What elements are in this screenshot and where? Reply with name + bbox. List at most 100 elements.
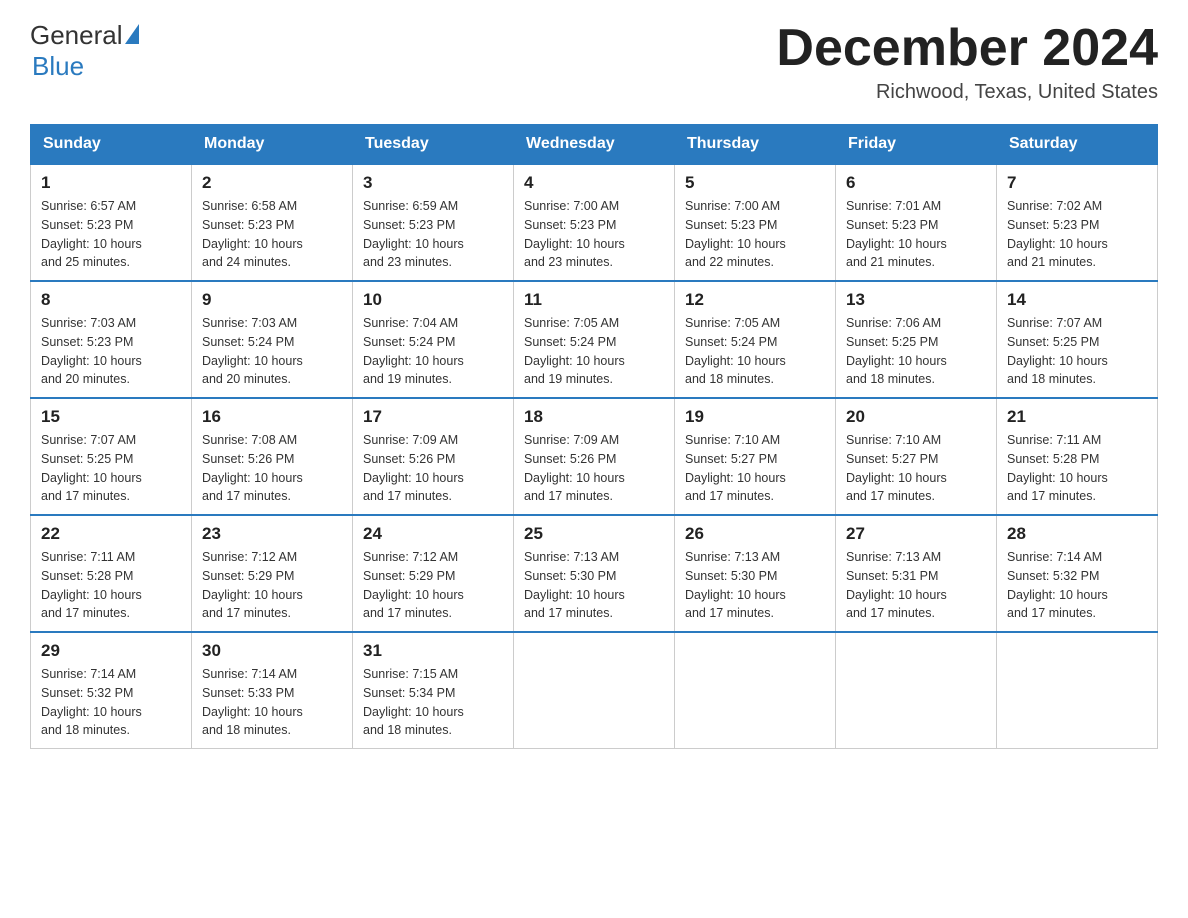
day-info: Sunrise: 7:13 AMSunset: 5:31 PMDaylight:… <box>846 548 986 623</box>
day-info: Sunrise: 7:00 AMSunset: 5:23 PMDaylight:… <box>685 197 825 272</box>
day-info: Sunrise: 7:09 AMSunset: 5:26 PMDaylight:… <box>363 431 503 506</box>
day-info: Sunrise: 7:05 AMSunset: 5:24 PMDaylight:… <box>685 314 825 389</box>
day-number: 17 <box>363 407 503 427</box>
calendar-cell-day-19: 19Sunrise: 7:10 AMSunset: 5:27 PMDayligh… <box>675 398 836 515</box>
calendar-cell-day-26: 26 Sunrise: 7:13 AMSunset: 5:30 PMDayligh… <box>675 515 836 632</box>
day-number: 13 <box>846 290 986 310</box>
calendar-cell-day-1: 1 Sunrise: 6:57 AMSunset: 5:23 PMDaylight… <box>31 164 192 281</box>
day-number: 23 <box>202 524 342 544</box>
calendar-cell-day-6: 6Sunrise: 7:01 AMSunset: 5:23 PMDaylight… <box>836 164 997 281</box>
logo-blue-text: Blue <box>32 51 84 82</box>
day-info: Sunrise: 7:05 AMSunset: 5:24 PMDaylight:… <box>524 314 664 389</box>
day-info: Sunrise: 7:13 AMSunset: 5:30 PMDaylight:… <box>524 548 664 623</box>
calendar-cell-day-5: 5 Sunrise: 7:00 AMSunset: 5:23 PMDaylight… <box>675 164 836 281</box>
day-info: Sunrise: 7:12 AMSunset: 5:29 PMDaylight:… <box>202 548 342 623</box>
calendar-cell-day-18: 18Sunrise: 7:09 AMSunset: 5:26 PMDayligh… <box>514 398 675 515</box>
calendar-cell-day-15: 15 Sunrise: 7:07 AMSunset: 5:25 PMDayligh… <box>31 398 192 515</box>
day-info: Sunrise: 6:58 AMSunset: 5:23 PMDaylight:… <box>202 197 342 272</box>
day-number: 12 <box>685 290 825 310</box>
day-info: Sunrise: 7:03 AMSunset: 5:24 PMDaylight:… <box>202 314 342 389</box>
calendar-cell-day-4: 4 Sunrise: 7:00 AMSunset: 5:23 PMDaylight… <box>514 164 675 281</box>
calendar-cell-day-7: 7 Sunrise: 7:02 AMSunset: 5:23 PMDaylight… <box>997 164 1158 281</box>
calendar-cell-day-3: 3 Sunrise: 6:59 AMSunset: 5:23 PMDaylight… <box>353 164 514 281</box>
title-block: December 2024 Richwood, Texas, United St… <box>776 20 1158 104</box>
day-number: 10 <box>363 290 503 310</box>
day-number: 2 <box>202 173 342 193</box>
day-info: Sunrise: 7:04 AMSunset: 5:24 PMDaylight:… <box>363 314 503 389</box>
day-number: 21 <box>1007 407 1147 427</box>
day-info: Sunrise: 7:07 AMSunset: 5:25 PMDaylight:… <box>1007 314 1147 389</box>
day-number: 1 <box>41 173 181 193</box>
calendar-cell-day-10: 10 Sunrise: 7:04 AMSunset: 5:24 PMDayligh… <box>353 281 514 398</box>
day-number: 9 <box>202 290 342 310</box>
day-info: Sunrise: 7:06 AMSunset: 5:25 PMDaylight:… <box>846 314 986 389</box>
logo-general-text: General <box>30 20 123 51</box>
col-header-wednesday: Wednesday <box>514 125 675 165</box>
calendar-cell-day-9: 9 Sunrise: 7:03 AMSunset: 5:24 PMDaylight… <box>192 281 353 398</box>
day-info: Sunrise: 7:10 AMSunset: 5:27 PMDaylight:… <box>846 431 986 506</box>
day-info: Sunrise: 7:13 AMSunset: 5:30 PMDaylight:… <box>685 548 825 623</box>
calendar-cell-day-8: 8 Sunrise: 7:03 AMSunset: 5:23 PMDaylight… <box>31 281 192 398</box>
calendar-cell-empty <box>997 632 1158 749</box>
day-number: 28 <box>1007 524 1147 544</box>
calendar-cell-day-30: 30 Sunrise: 7:14 AMSunset: 5:33 PMDayligh… <box>192 632 353 749</box>
col-header-friday: Friday <box>836 125 997 165</box>
day-info: Sunrise: 7:14 AMSunset: 5:33 PMDaylight:… <box>202 665 342 740</box>
month-title: December 2024 <box>776 20 1158 77</box>
logo: General Blue <box>30 20 139 82</box>
day-number: 11 <box>524 290 664 310</box>
calendar-cell-day-13: 13 Sunrise: 7:06 AMSunset: 5:25 PMDayligh… <box>836 281 997 398</box>
col-header-thursday: Thursday <box>675 125 836 165</box>
day-number: 5 <box>685 173 825 193</box>
day-number: 29 <box>41 641 181 661</box>
day-number: 7 <box>1007 173 1147 193</box>
day-info: Sunrise: 7:03 AMSunset: 5:23 PMDaylight:… <box>41 314 181 389</box>
calendar-cell-day-12: 12 Sunrise: 7:05 AMSunset: 5:24 PMDayligh… <box>675 281 836 398</box>
calendar-table: SundayMondayTuesdayWednesdayThursdayFrid… <box>30 124 1158 749</box>
location-title: Richwood, Texas, United States <box>776 81 1158 104</box>
col-header-monday: Monday <box>192 125 353 165</box>
day-info: Sunrise: 6:57 AMSunset: 5:23 PMDaylight:… <box>41 197 181 272</box>
col-header-sunday: Sunday <box>31 125 192 165</box>
day-number: 16 <box>202 407 342 427</box>
calendar-cell-day-25: 25Sunrise: 7:13 AMSunset: 5:30 PMDayligh… <box>514 515 675 632</box>
calendar-cell-day-17: 17 Sunrise: 7:09 AMSunset: 5:26 PMDayligh… <box>353 398 514 515</box>
day-number: 8 <box>41 290 181 310</box>
day-info: Sunrise: 7:14 AMSunset: 5:32 PMDaylight:… <box>41 665 181 740</box>
day-number: 26 <box>685 524 825 544</box>
logo-triangle-icon <box>125 24 139 44</box>
day-number: 3 <box>363 173 503 193</box>
calendar-cell-empty <box>675 632 836 749</box>
day-info: Sunrise: 7:11 AMSunset: 5:28 PMDaylight:… <box>1007 431 1147 506</box>
day-info: Sunrise: 7:07 AMSunset: 5:25 PMDaylight:… <box>41 431 181 506</box>
day-number: 30 <box>202 641 342 661</box>
calendar-cell-day-2: 2 Sunrise: 6:58 AMSunset: 5:23 PMDaylight… <box>192 164 353 281</box>
day-info: Sunrise: 7:12 AMSunset: 5:29 PMDaylight:… <box>363 548 503 623</box>
calendar-cell-day-31: 31 Sunrise: 7:15 AMSunset: 5:34 PMDayligh… <box>353 632 514 749</box>
day-info: Sunrise: 7:11 AMSunset: 5:28 PMDaylight:… <box>41 548 181 623</box>
day-info: Sunrise: 7:02 AMSunset: 5:23 PMDaylight:… <box>1007 197 1147 272</box>
calendar-cell-empty <box>836 632 997 749</box>
day-number: 4 <box>524 173 664 193</box>
day-info: Sunrise: 7:14 AMSunset: 5:32 PMDaylight:… <box>1007 548 1147 623</box>
calendar-cell-day-27: 27 Sunrise: 7:13 AMSunset: 5:31 PMDayligh… <box>836 515 997 632</box>
day-number: 22 <box>41 524 181 544</box>
calendar-cell-day-14: 14Sunrise: 7:07 AMSunset: 5:25 PMDayligh… <box>997 281 1158 398</box>
calendar-cell-day-16: 16Sunrise: 7:08 AMSunset: 5:26 PMDayligh… <box>192 398 353 515</box>
day-info: Sunrise: 6:59 AMSunset: 5:23 PMDaylight:… <box>363 197 503 272</box>
day-number: 31 <box>363 641 503 661</box>
day-info: Sunrise: 7:00 AMSunset: 5:23 PMDaylight:… <box>524 197 664 272</box>
day-info: Sunrise: 7:15 AMSunset: 5:34 PMDaylight:… <box>363 665 503 740</box>
calendar-cell-day-28: 28 Sunrise: 7:14 AMSunset: 5:32 PMDayligh… <box>997 515 1158 632</box>
day-number: 18 <box>524 407 664 427</box>
day-info: Sunrise: 7:01 AMSunset: 5:23 PMDaylight:… <box>846 197 986 272</box>
calendar-cell-day-22: 22 Sunrise: 7:11 AMSunset: 5:28 PMDayligh… <box>31 515 192 632</box>
calendar-cell-day-20: 20Sunrise: 7:10 AMSunset: 5:27 PMDayligh… <box>836 398 997 515</box>
day-number: 24 <box>363 524 503 544</box>
col-header-tuesday: Tuesday <box>353 125 514 165</box>
page-header: General Blue December 2024 Richwood, Tex… <box>30 20 1158 104</box>
day-number: 27 <box>846 524 986 544</box>
col-header-saturday: Saturday <box>997 125 1158 165</box>
calendar-cell-empty <box>514 632 675 749</box>
day-number: 15 <box>41 407 181 427</box>
